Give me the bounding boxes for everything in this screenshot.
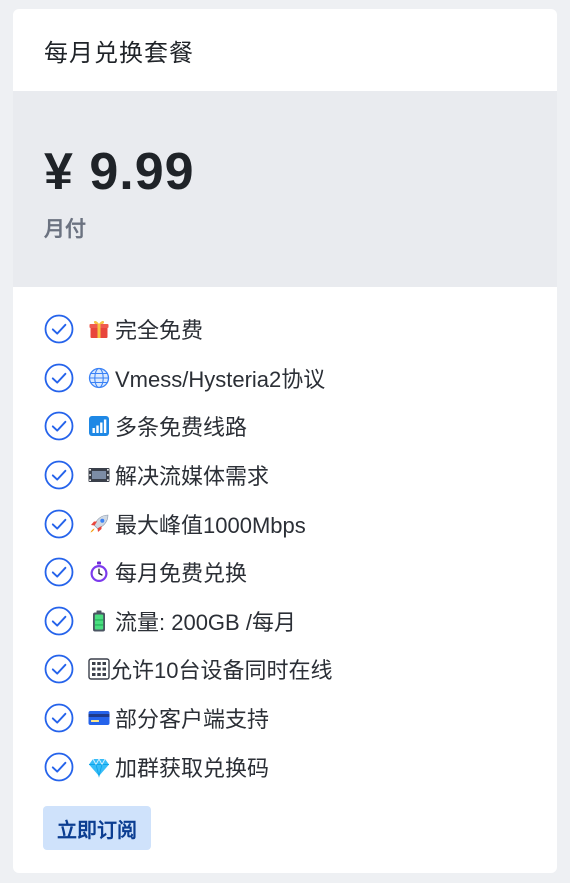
check-circle-icon xyxy=(44,557,74,587)
keypad-icon xyxy=(88,658,110,681)
globe-icon xyxy=(88,367,110,389)
price-block: ¥ 9.99 月付 xyxy=(13,92,557,287)
credit-card-icon xyxy=(88,711,110,726)
feature-item: 部分客户端支持 xyxy=(44,694,332,743)
feature-text: Vmess/Hysteria2协议 xyxy=(115,366,326,392)
gem-icon xyxy=(89,757,109,778)
signal-bars-icon xyxy=(89,416,109,437)
feature-text: 加群获取兑换码 xyxy=(115,755,270,781)
feature-item: 完全免费 xyxy=(44,305,332,354)
feature-item: 每月免费兑换 xyxy=(44,548,332,597)
battery-icon xyxy=(93,610,105,632)
card-header: 每月兑换套餐 xyxy=(13,9,557,92)
feature-text: 流量: 200GB /每月 xyxy=(115,609,296,635)
check-circle-icon xyxy=(44,314,74,344)
feature-text: 多条免费线路 xyxy=(115,415,248,441)
check-circle-icon xyxy=(44,606,74,636)
check-circle-icon xyxy=(44,655,74,684)
feature-item: 解决流媒体需求 xyxy=(44,451,332,500)
feature-text: 完全免费 xyxy=(115,318,204,344)
stopwatch-icon xyxy=(90,561,108,583)
feature-item: 多条免费线路 xyxy=(44,402,332,451)
rocket-icon xyxy=(90,514,109,533)
feature-item: 加群获取兑换码 xyxy=(44,742,332,791)
feature-item: 最大峰值1000Mbps xyxy=(44,499,332,548)
price: ¥ 9.99 xyxy=(44,143,195,201)
check-circle-icon xyxy=(44,412,74,441)
feature-item: 允许10台设备同时在线 xyxy=(44,645,332,694)
feature-item: Vmess/Hysteria2协议 xyxy=(44,354,332,403)
feature-text: 部分客户端支持 xyxy=(115,707,270,733)
billing-period: 月付 xyxy=(44,218,86,241)
feature-list: 完全免费 Vmess/Hysteria2协议 多条免费线路 解决流媒体需求 最大… xyxy=(44,305,332,791)
film-icon xyxy=(88,468,110,483)
check-circle-icon xyxy=(44,752,74,782)
feature-text: 最大峰值1000Mbps xyxy=(115,512,306,538)
plan-title: 每月兑换套餐 xyxy=(44,39,194,67)
feature-text: 允许10台设备同时在线 xyxy=(110,658,333,684)
check-circle-icon xyxy=(44,509,74,539)
subscribe-button[interactable]: 立即订阅 xyxy=(43,806,151,850)
feature-text: 每月免费兑换 xyxy=(115,561,248,587)
check-circle-icon xyxy=(44,363,74,393)
feature-text: 解决流媒体需求 xyxy=(115,464,270,490)
feature-item: 流量: 200GB /每月 xyxy=(44,597,332,646)
gift-icon xyxy=(89,321,109,339)
check-circle-icon xyxy=(44,703,74,733)
check-circle-icon xyxy=(44,460,74,490)
plan-card: 每月兑换套餐 ¥ 9.99 月付 完全免费 Vmess/Hysteria2协议 … xyxy=(13,9,557,873)
